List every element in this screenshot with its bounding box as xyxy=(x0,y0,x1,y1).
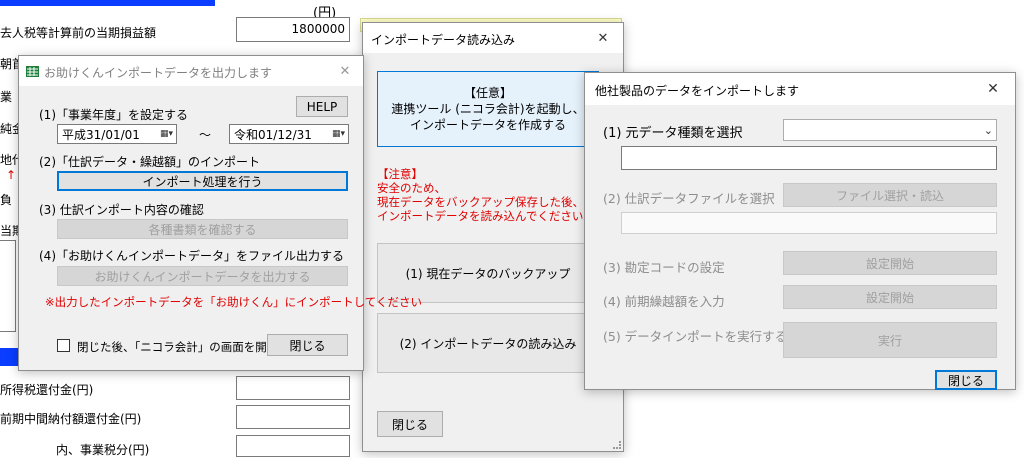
dialog3-close-icon[interactable]: ✕ xyxy=(979,73,1007,105)
pretax-income-label: 去人税等計算前の当期損益額 xyxy=(0,26,157,40)
income-tax-refund-field[interactable] xyxy=(236,376,350,400)
d3-step5-label: (5) データインポートを実行する xyxy=(603,329,788,344)
caution-line4: インポートデータを読み込んでください。 xyxy=(377,209,595,223)
source-type-detail-field[interactable] xyxy=(621,146,997,170)
dialog1-titlebar: お助けくんインポートデータを出力します ✕ xyxy=(19,56,363,86)
dialog2-title: インポートデータ読み込み xyxy=(371,33,516,47)
date-from-picker[interactable]: 平成31/01/01 ▦▾ xyxy=(57,124,177,144)
row-label-b: 業 xyxy=(0,90,13,104)
d1-step4-label: (4)「お助けくんインポートデータ」をファイル出力する xyxy=(39,249,345,263)
memo-area[interactable] xyxy=(0,240,16,332)
row-arrow: ↑ xyxy=(6,168,17,182)
dialog2-close-icon[interactable]: ✕ xyxy=(589,23,617,53)
dialog2-close-button[interactable]: 閉じる xyxy=(377,411,443,437)
d3-step4-label: (4) 前期繰越額を入力 xyxy=(603,294,725,309)
d3-step1-label: (1) 元データ種類を選択 xyxy=(603,126,743,141)
calendar-dropdown-icon[interactable]: ▦▾ xyxy=(160,129,173,139)
interim-refund-field[interactable] xyxy=(236,405,350,429)
help-button[interactable]: HELP xyxy=(296,96,348,117)
d1-step3-label: (3) 仕訳インポート内容の確認 xyxy=(39,203,204,217)
d1-step2-label: (2)「仕訳データ・繰越額」のインポート xyxy=(39,155,260,169)
caution-line3: 現在データをバックアップ保存した後、 xyxy=(377,195,584,209)
export-otasuke-data-button[interactable]: お助けくんインポートデータを出力する xyxy=(57,266,348,286)
d3-step3-label: (3) 勘定コードの設定 xyxy=(603,260,725,275)
load-import-data-button[interactable]: (2) インポートデータの読み込み xyxy=(377,313,599,373)
pretax-income-value: 1800000 xyxy=(291,22,345,36)
account-code-setup-button[interactable]: 設定開始 xyxy=(783,251,997,275)
open-nicola-checkbox-label[interactable]: 閉じた後、「ニコラ会計」の画面を開く xyxy=(77,339,278,355)
other-product-import-dialog: 他社製品のデータをインポートします ✕ (1) 元データ種類を選択 ⌄ (2) … xyxy=(584,72,1016,390)
d1-step1-label: (1)「事業年度」を設定する xyxy=(39,108,188,122)
launch-line2: 連携ツール (ニコラ会計)を起動し、 xyxy=(391,102,585,116)
dialog2-titlebar: インポートデータ読み込み ✕ xyxy=(363,23,623,53)
pretax-income-field[interactable]: 1800000 xyxy=(236,17,350,42)
resize-grip-icon[interactable] xyxy=(613,441,621,449)
business-tax-field[interactable] xyxy=(236,435,350,457)
otasuke-export-dialog: お助けくんインポートデータを出力します ✕ (1)「事業年度」を設定する HEL… xyxy=(18,55,422,371)
source-type-select[interactable]: ⌄ xyxy=(783,119,997,141)
section-header-bar xyxy=(0,0,215,6)
file-path-field[interactable] xyxy=(621,212,997,234)
import-process-button[interactable]: インポート処理を行う xyxy=(57,171,348,191)
dialog1-title: お助けくんインポートデータを出力します xyxy=(44,66,273,80)
carryover-setup-button[interactable]: 設定開始 xyxy=(783,285,997,309)
calendar-dropdown-icon[interactable]: ▦▾ xyxy=(332,129,345,139)
caution-line1: 【注意】 xyxy=(377,167,423,181)
date-range-tilde: ～ xyxy=(199,128,212,142)
launch-nicola-button[interactable]: 【任意】 連携ツール (ニコラ会計)を起動し、 インポートデータを作成する xyxy=(377,71,599,147)
d3-step2-label: (2) 仕訳データファイルを選択 xyxy=(603,191,775,206)
launch-line3: インポートデータを作成する xyxy=(409,118,566,132)
caution-note: 【注意】 安全のため、 現在データをバックアップ保存した後、 インポートデータを… xyxy=(377,167,595,223)
section-bar-blue xyxy=(0,348,18,366)
open-nicola-checkbox[interactable] xyxy=(57,339,70,352)
interim-refund-label: 前期中間納付額還付金(円) xyxy=(0,412,142,426)
dialog1-close-icon[interactable]: ✕ xyxy=(331,56,359,86)
business-tax-label: 内、事業税分(円) xyxy=(56,443,150,457)
export-warning: ※出力したインポートデータを「お助けくん」にインポートしてください xyxy=(45,295,422,309)
select-file-button[interactable]: ファイル選択・読込 xyxy=(783,183,997,207)
dialog3-title: 他社製品のデータをインポートします xyxy=(595,84,800,98)
caution-line2: 安全のため、 xyxy=(377,181,446,195)
execute-import-button[interactable]: 実行 xyxy=(783,322,997,358)
chevron-down-icon[interactable]: ⌄ xyxy=(984,124,993,137)
dialog3-close-button[interactable]: 閉じる xyxy=(935,370,997,390)
excel-grid-icon xyxy=(26,66,39,77)
dialog1-close-button[interactable]: 閉じる xyxy=(267,334,348,356)
income-tax-refund-label: 所得税還付金(円) xyxy=(0,383,94,397)
launch-line1: 【任意】 xyxy=(463,86,512,100)
row-label-f: 負 xyxy=(0,193,13,207)
check-documents-button[interactable]: 各種書類を確認する xyxy=(57,219,348,239)
date-from-value: 平成31/01/01 xyxy=(62,127,140,142)
date-to-value: 令和01/12/31 xyxy=(234,127,312,142)
dialog3-titlebar: 他社製品のデータをインポートします ✕ xyxy=(585,73,1015,105)
date-to-picker[interactable]: 令和01/12/31 ▦▾ xyxy=(229,124,349,144)
